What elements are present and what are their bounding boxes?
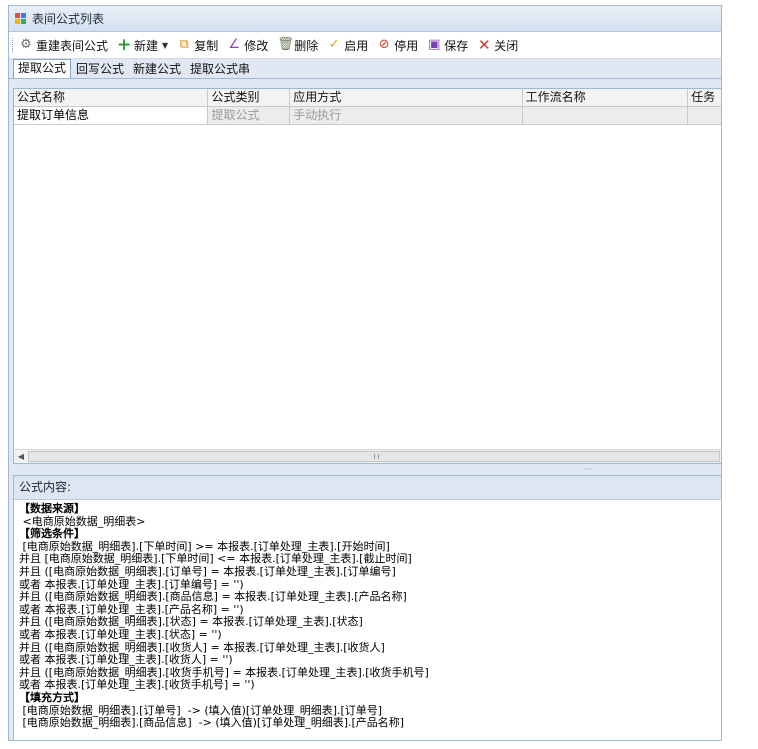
gear-icon: ⚙ xyxy=(20,37,32,52)
trash-icon: 🗑 xyxy=(277,37,294,52)
window-title: 表间公式列表 xyxy=(32,12,105,26)
formula-list-window: 表间公式列表 ⚙ 重建表间公式 + 新建 ▼ ⧉ 复制 ∠ 修改 🗑 删除 ✓ … xyxy=(8,5,722,741)
copy-icon: ⧉ xyxy=(179,37,189,52)
column-header-task[interactable]: 任务 xyxy=(688,89,721,106)
cell-formula-category[interactable]: 提取公式 xyxy=(208,107,291,124)
formula-line: 或者 本报表.[订单处理_主表].[收货手机号] = '') xyxy=(19,678,255,692)
cell-formula-name[interactable]: 提取订单信息 xyxy=(14,107,209,124)
grip-icon xyxy=(374,454,379,459)
cell-apply-mode[interactable]: 手动执行 xyxy=(290,107,523,124)
delete-label: 删除 xyxy=(294,38,319,53)
enable-label: 启用 xyxy=(344,38,369,53)
close-label: 关闭 xyxy=(494,38,519,53)
pencil-icon: ∠ xyxy=(228,37,241,52)
floppy-disk-icon: ▣ xyxy=(428,37,441,52)
new-button[interactable]: + 新建 ▼ xyxy=(117,37,168,54)
grid-header: 公式名称 公式类别 应用方式 工作流名称 任务 xyxy=(14,89,721,107)
toolbar: ⚙ 重建表间公式 + 新建 ▼ ⧉ 复制 ∠ 修改 🗑 删除 ✓ 启用 ⊘ 停用 xyxy=(9,32,721,59)
new-label: 新建 xyxy=(134,38,159,53)
formula-grid: 公式名称 公式类别 应用方式 工作流名称 任务 提取订单信息 提取公式 手动执行… xyxy=(13,88,721,464)
column-header-workflow-name[interactable]: 工作流名称 xyxy=(523,89,689,106)
formula-line: <电商原始数据_明细表> xyxy=(19,514,146,528)
rebuild-formula-button[interactable]: ⚙ 重建表间公式 xyxy=(19,37,108,54)
edit-label: 修改 xyxy=(244,38,269,53)
formula-line: 并且 ([电商原始数据_明细表].[商品信息] = 本报表.[订单处理_主表].… xyxy=(19,590,407,604)
formula-line: 【数据来源】 xyxy=(19,502,85,515)
rebuild-formula-label: 重建表间公式 xyxy=(36,38,109,53)
disable-label: 停用 xyxy=(394,38,419,53)
panel-splitter[interactable]: ···· xyxy=(13,466,721,475)
toolbar-grip xyxy=(12,37,15,53)
edit-button[interactable]: ∠ 修改 xyxy=(227,37,268,54)
chevron-down-icon[interactable]: ▼ xyxy=(162,41,168,50)
formula-line: 或者 本报表.[订单处理_主表].[收货人] = '') xyxy=(19,653,233,667)
close-button[interactable]: ✕ 关闭 xyxy=(477,37,518,54)
app-icon xyxy=(15,12,27,25)
save-button[interactable]: ▣ 保存 xyxy=(427,37,468,54)
save-label: 保存 xyxy=(444,38,469,53)
checkmark-icon: ✓ xyxy=(328,37,340,52)
column-header-apply-mode[interactable]: 应用方式 xyxy=(290,89,523,106)
formula-line: 并且 ([电商原始数据_明细表].[订单号] = 本报表.[订单处理_主表].[… xyxy=(19,564,396,578)
formula-line: 或者 本报表.[订单处理_主表].[状态] = '') xyxy=(19,627,222,641)
plus-icon: + xyxy=(117,35,132,55)
delete-button[interactable]: 🗑 删除 xyxy=(277,37,318,54)
horizontal-scrollbar[interactable]: ◀ xyxy=(14,449,721,463)
tab-extract-formula[interactable]: 提取公式 xyxy=(13,59,72,78)
tab-extract-formula-chain[interactable]: 提取公式串 xyxy=(186,61,254,78)
column-header-formula-category[interactable]: 公式类别 xyxy=(208,89,291,106)
scroll-left-icon[interactable]: ◀ xyxy=(14,452,28,461)
window-titlebar: 表间公式列表 xyxy=(9,6,721,32)
tab-new-formula[interactable]: 新建公式 xyxy=(129,61,185,78)
tab-writeback-formula[interactable]: 回写公式 xyxy=(72,61,128,78)
formula-tabs: 提取公式 回写公式 新建公式 提取公式串 xyxy=(9,59,721,79)
ban-icon: ⊘ xyxy=(378,37,390,52)
formula-line: 【筛选条件】 xyxy=(19,527,85,541)
formula-content-text[interactable]: 【数据来源】 <电商原始数据_明细表> 【筛选条件】 [电商原始数据_明细表].[… xyxy=(14,500,721,730)
close-icon: ✕ xyxy=(477,36,491,54)
copy-button[interactable]: ⧉ 复制 xyxy=(177,37,219,54)
formula-line: [电商原始数据_明细表].[商品信息] -> (填入值)[订单处理_明细表].[… xyxy=(19,716,405,730)
table-row[interactable]: 提取订单信息 提取公式 手动执行 xyxy=(14,107,721,125)
formula-content-panel: 公式内容: 【数据来源】 <电商原始数据_明细表> 【筛选条件】 [电商原始数据_… xyxy=(13,475,721,740)
column-header-formula-name[interactable]: 公式名称 xyxy=(14,89,209,106)
enable-button[interactable]: ✓ 启用 xyxy=(327,37,368,54)
formula-content-title: 公式内容: xyxy=(14,476,721,500)
disable-button[interactable]: ⊘ 停用 xyxy=(377,37,418,54)
cell-workflow-name[interactable] xyxy=(522,107,689,124)
formula-line: 【填充方式】 xyxy=(19,690,85,704)
cell-task[interactable] xyxy=(688,107,721,124)
copy-label: 复制 xyxy=(194,38,219,53)
scroll-thumb[interactable] xyxy=(28,451,720,462)
